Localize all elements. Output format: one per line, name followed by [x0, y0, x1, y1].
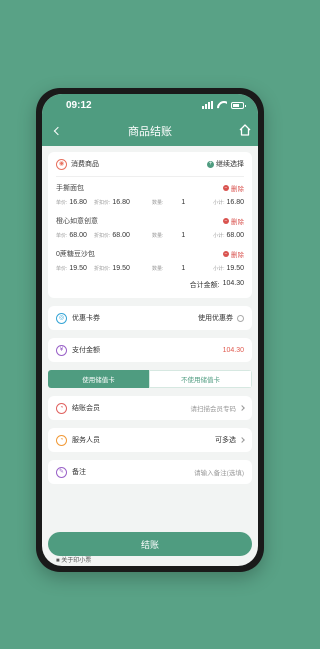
back-button[interactable]	[48, 123, 64, 139]
coupon-label: 优惠卡券	[72, 315, 100, 322]
home-icon[interactable]	[238, 123, 252, 137]
discount-label: 折扣价:	[94, 266, 111, 272]
discount-label: 折扣价:	[94, 233, 111, 239]
goods-card-title: 消费商品	[71, 161, 99, 168]
goods-name: 手撕面包	[56, 185, 84, 192]
discount-input[interactable]: 16.80	[112, 199, 130, 206]
qty-label: 数量:	[152, 200, 164, 206]
page-title: 商品结账	[128, 126, 172, 138]
phone-frame: 09:12 商品结账 ◉ 消费商品 + 继续选择 手撕面包 − 删除 单价: 1…	[36, 88, 264, 572]
total-label: 合计金额:	[189, 282, 220, 289]
member-hint: 请扫描会员专码	[190, 406, 237, 413]
subtotal-label: 小计:	[213, 233, 225, 239]
wallet-icon: ¥	[56, 344, 67, 356]
staff-row[interactable]: ◔ 服务人员 可多选	[48, 428, 252, 452]
price-value: 16.80	[69, 199, 87, 206]
nav-bar: 商品结账	[42, 116, 258, 146]
goods-icon: ◉	[56, 158, 67, 170]
total-row: 合计金额: 104.30	[48, 276, 252, 298]
content: ◉ 消费商品 + 继续选择 手撕面包 − 删除 单价: 16.80 折扣价: 1…	[42, 146, 258, 484]
use-coupon-label: 使用优惠券	[198, 315, 233, 322]
total-value: 104.30	[222, 280, 244, 287]
signal-icon	[202, 101, 213, 109]
no-stored-card-tab[interactable]: 不使用储值卡	[149, 370, 252, 388]
delete-button[interactable]: − 删除	[223, 183, 244, 193]
discount-input[interactable]: 68.00	[112, 232, 130, 239]
qty-label: 数量:	[152, 266, 164, 272]
app-screen: 09:12 商品结账 ◉ 消费商品 + 继续选择 手撕面包 − 删除 单价: 1…	[42, 94, 258, 566]
remark-label: 备注	[72, 469, 86, 476]
coupon-icon: ◎	[56, 312, 67, 324]
partial-row: ■ 关于印小票	[56, 558, 92, 564]
minus-icon: −	[223, 218, 229, 224]
staff-label: 服务人员	[72, 437, 100, 444]
continue-select-button[interactable]: + 继续选择	[207, 159, 244, 169]
goods-item: 0蔗糖豆沙包 − 删除 单价: 19.50 折扣价: 19.50 数量: 1 小计: 19…	[48, 243, 252, 276]
qty-input[interactable]: 1	[181, 265, 185, 272]
member-row[interactable]: ◔ 结账会员 请扫描会员专码	[48, 396, 252, 420]
staff-value: 可多选	[215, 437, 236, 444]
subtotal-label: 小计:	[213, 200, 225, 206]
goods-card: ◉ 消费商品 + 继续选择 手撕面包 − 删除 单价: 16.80 折扣价: 1…	[48, 152, 252, 298]
checkout-button[interactable]: 结账	[48, 532, 252, 556]
minus-icon: −	[223, 185, 229, 191]
top-bar: 09:12 商品结账	[42, 94, 258, 146]
member-label: 结账会员	[72, 405, 100, 412]
note-icon: ✎	[56, 466, 67, 478]
coupon-row[interactable]: ◎ 优惠卡券 使用优惠券	[48, 306, 252, 330]
discount-input[interactable]: 19.50	[112, 265, 130, 272]
price-value: 19.50	[69, 265, 87, 272]
staff-icon: ◔	[56, 434, 67, 446]
goods-item: 橙心如意创意 − 删除 单价: 68.00 折扣价: 68.00 数量: 1 小计: 68…	[48, 210, 252, 243]
delete-label: 删除	[231, 219, 244, 226]
chevron-right-icon	[239, 437, 245, 443]
goods-name: 橙心如意创意	[56, 218, 98, 225]
chevron-left-icon	[53, 126, 62, 136]
status-icons	[202, 101, 246, 109]
qty-label: 数量:	[152, 233, 164, 239]
delete-button[interactable]: − 删除	[223, 216, 244, 226]
plus-icon: +	[207, 160, 214, 168]
subtotal-value: 68.00	[226, 232, 244, 239]
radio-icon	[237, 314, 244, 322]
wifi-icon	[217, 101, 227, 109]
price-label: 单价:	[56, 233, 68, 239]
battery-icon	[231, 101, 246, 109]
remark-row: ✎ 备注 请输入备注(选填)	[48, 460, 252, 484]
price-label: 单价:	[56, 200, 68, 206]
remark-input[interactable]: 请输入备注(选填)	[194, 467, 244, 477]
member-icon: ◔	[56, 402, 67, 414]
qty-input[interactable]: 1	[181, 232, 185, 239]
discount-label: 折扣价:	[94, 200, 111, 206]
subtotal-label: 小计:	[213, 266, 225, 272]
delete-button[interactable]: − 删除	[223, 249, 244, 259]
delete-label: 删除	[231, 186, 244, 193]
use-coupon-option[interactable]: 使用优惠券	[198, 313, 244, 323]
status-bar: 09:12	[42, 94, 258, 116]
continue-select-label: 继续选择	[216, 161, 244, 168]
price-value: 68.00	[69, 232, 87, 239]
pay-amount-row: ¥ 支付金额 104.30	[48, 338, 252, 362]
pay-amount-value: 104.30	[222, 346, 244, 354]
minus-icon: −	[223, 251, 229, 257]
use-stored-card-tab[interactable]: 使用储值卡	[48, 370, 149, 388]
pay-amount-label: 支付金额	[72, 347, 100, 354]
subtotal-value: 19.50	[226, 265, 244, 272]
qty-input[interactable]: 1	[181, 199, 185, 206]
goods-item: 手撕面包 − 删除 单价: 16.80 折扣价: 16.80 数量: 1 小计: 16.8…	[48, 177, 252, 210]
status-time: 09:12	[66, 99, 92, 111]
delete-label: 删除	[231, 252, 244, 259]
price-label: 单价:	[56, 266, 68, 272]
goods-name: 0蔗糖豆沙包	[56, 251, 95, 258]
chevron-right-icon	[239, 405, 245, 411]
goods-card-header: ◉ 消费商品 + 继续选择	[48, 152, 252, 176]
stored-card-toggle: 使用储值卡 不使用储值卡	[48, 370, 252, 388]
subtotal-value: 16.80	[226, 199, 244, 206]
